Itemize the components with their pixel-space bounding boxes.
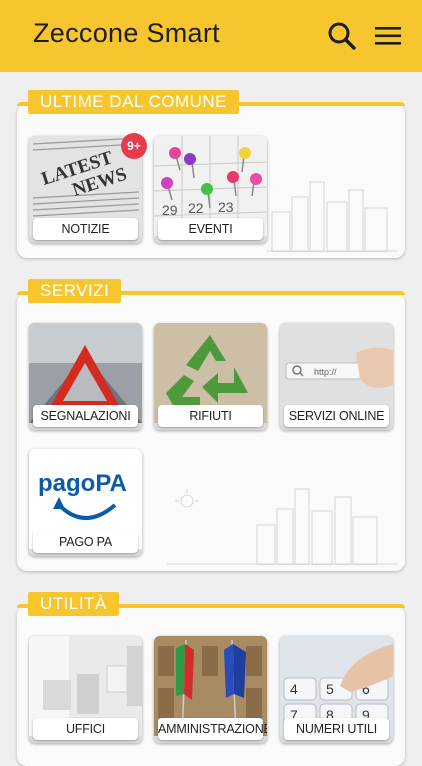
skyline-illustration — [167, 488, 397, 565]
tile-numeri-utili[interactable]: 456 789 NUMERI UTILI — [280, 636, 393, 743]
app-title: Zeccone Smart — [33, 18, 220, 48]
key-4: 4 — [290, 681, 298, 697]
tile-label: NOTIZIE — [33, 218, 138, 240]
section-title-news: ULTIME DAL COMUNE — [28, 90, 240, 114]
tile-rifiuti[interactable]: RIFIUTI — [154, 323, 267, 430]
tile-eventi[interactable]: 29 22 23 EVENTI — [154, 136, 267, 243]
tile-servizi-online[interactable]: http:// SERVIZI ONLINE — [280, 323, 393, 430]
tile-label: RIFIUTI — [158, 405, 263, 427]
calendar-number-1: 29 — [162, 202, 178, 218]
tile-uffici-comunali[interactable]: UFFICI COMUNALI — [29, 636, 142, 743]
notification-badge: 9+ — [121, 133, 147, 159]
tile-label: NUMERI UTILI — [284, 718, 389, 740]
calendar-number-3: 23 — [218, 199, 234, 215]
tile-pago-pa[interactable]: pagoPA PAGO PA — [29, 449, 142, 556]
skyline-illustration — [267, 181, 397, 252]
app-bar: Zeccone Smart — [0, 0, 422, 72]
tile-label: SEGNALAZIONI — [33, 405, 138, 427]
search-icon[interactable] — [326, 20, 358, 52]
tile-segnalazioni[interactable]: SEGNALAZIONI — [29, 323, 142, 430]
pagopa-logo-text: pagoPA — [38, 470, 127, 497]
tile-label: PAGO PA — [33, 531, 138, 553]
tile-label: AMMINISTRAZIONE — [158, 718, 267, 740]
hamburger-menu-icon[interactable] — [372, 20, 404, 52]
tile-label: UFFICI COMUNALI — [33, 718, 138, 740]
browser-url-text: http:// — [314, 367, 337, 377]
section-title-services: SERVIZI — [28, 279, 122, 303]
section-title-utilities: UTILITÀ — [28, 592, 119, 616]
tile-label: EVENTI — [158, 218, 263, 240]
calendar-number-2: 22 — [188, 200, 204, 216]
tile-amministrazione[interactable]: AMMINISTRAZIONE — [154, 636, 267, 743]
key-5: 5 — [326, 681, 334, 697]
tile-label: SERVIZI ONLINE — [284, 405, 389, 427]
